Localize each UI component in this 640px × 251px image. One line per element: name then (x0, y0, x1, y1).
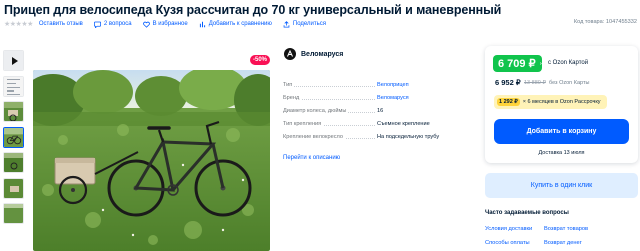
regular-price: 6 952 ₽ (495, 78, 521, 87)
thumbnail-image[interactable] (3, 152, 24, 173)
spec-row: Тип крепления Съемное крепление (283, 114, 473, 127)
thumbnail-image[interactable] (3, 203, 24, 224)
questions-label: 2 вопроса (103, 21, 132, 27)
chat-bubble-icon (93, 21, 101, 28)
thumbnail-video[interactable] (3, 50, 24, 71)
installment-badge[interactable]: 1 292 ₽ × 6 месяцев в Ozon Рассрочку (494, 95, 607, 109)
spec-label: Диаметр колеса, дюймы (283, 108, 349, 114)
spec-row: Тип Велоприцеп (283, 75, 473, 88)
thumbnail-image[interactable] (3, 75, 24, 97)
compare-label: Добавить к сравнению (208, 21, 272, 27)
trailer-photo-thumb (4, 102, 23, 121)
card-price: 6 709 ₽ (498, 58, 536, 70)
heart-icon (142, 21, 150, 28)
spec-value-link[interactable]: Велоприцеп (377, 82, 409, 88)
no-card-label: без Ozon Карты (549, 80, 590, 86)
grass-photo-thumb (4, 178, 23, 198)
share-button[interactable]: Поделиться (283, 20, 327, 28)
main-product-photo[interactable] (33, 70, 270, 251)
share-icon (283, 20, 290, 28)
thumbnail-image[interactable] (3, 177, 24, 199)
brand-block[interactable]: Веломаруся (284, 48, 343, 60)
thumbnail-image[interactable] (3, 101, 24, 122)
spec-value: 16 (377, 108, 384, 114)
spec-row: Бренд Веломаруся (283, 88, 473, 101)
grass-photo-thumb (4, 204, 23, 223)
document-image (4, 76, 23, 96)
buy-box: 6 709 ₽ c Ozon Картой 6 952 ₽ 13 880 ₽ б… (485, 46, 638, 163)
faq-link-delivery[interactable]: Условия доставки (485, 226, 532, 232)
bike-photo-thumb (4, 127, 23, 147)
spec-label: Бренд (283, 95, 302, 101)
favorites-button[interactable]: В избранное (142, 21, 188, 28)
bicycle-trailer-photo (33, 70, 270, 251)
faq-title: Часто задаваемые вопросы (485, 210, 569, 216)
add-to-cart-button[interactable]: Добавить в корзину (494, 119, 629, 144)
brand-logo-icon (284, 48, 296, 60)
spec-value: Съемное крепление (377, 121, 430, 127)
product-meta-bar: ★★★★★ Оставить отзыв 2 вопроса В избранн… (4, 18, 337, 30)
go-to-description-link[interactable]: Перейти к описанию (283, 155, 340, 161)
compare-button[interactable]: Добавить к сравнению (199, 21, 272, 28)
play-icon (4, 51, 23, 70)
ozon-card-price-badge[interactable]: 6 709 ₽ (493, 55, 542, 72)
thumbnail-image-active[interactable] (3, 126, 24, 148)
faq-link-returns[interactable]: Возврат товаров (544, 226, 588, 232)
chevron-right-icon (539, 62, 542, 65)
spec-value-link[interactable]: Веломаруся (377, 95, 409, 101)
grass-photo-thumb (4, 153, 23, 172)
spec-label: Тип крепления (283, 121, 324, 127)
brand-name: Веломаруся (301, 50, 344, 58)
faq-link-refund[interactable]: Возврат денег (544, 240, 582, 246)
buy-one-click-button[interactable]: Купить в один клик (485, 173, 638, 198)
spec-value: На подседельную трубу (377, 134, 440, 140)
rating-stars[interactable]: ★★★★★ (4, 20, 33, 28)
specs-list: Тип Велоприцеп Бренд Веломаруся Диаметр … (283, 75, 473, 140)
installment-text: × 6 месяцев в Ozon Рассрочку (522, 99, 601, 105)
installment-amount: 1 292 ₽ (497, 98, 520, 106)
product-code: Код товара: 1047455332 (573, 19, 637, 25)
card-price-label: c Ozon Картой (548, 60, 589, 66)
compare-chart-icon (199, 21, 206, 28)
spec-label: Крепление велокресло (283, 134, 345, 140)
thumbnail-list (3, 50, 27, 229)
share-label: Поделиться (292, 21, 327, 27)
spec-row: Крепление велокресло На подседельную тру… (283, 127, 473, 140)
spec-label: Тип (283, 82, 295, 88)
discount-badge: -50% (250, 55, 271, 65)
spec-row: Диаметр колеса, дюймы 16 (283, 101, 473, 114)
delivery-date: Доставка 13 июля (538, 150, 585, 156)
old-price: 13 880 ₽ (524, 80, 546, 86)
review-link[interactable]: Оставить отзыв (39, 21, 83, 27)
review-label: Оставить отзыв (38, 21, 83, 27)
favorites-label: В избранное (152, 21, 188, 27)
faq-link-payment[interactable]: Способы оплаты (485, 240, 530, 246)
product-title: Прицеп для велосипеда Кузя рассчитан до … (4, 3, 502, 17)
questions-link[interactable]: 2 вопроса (93, 21, 132, 28)
